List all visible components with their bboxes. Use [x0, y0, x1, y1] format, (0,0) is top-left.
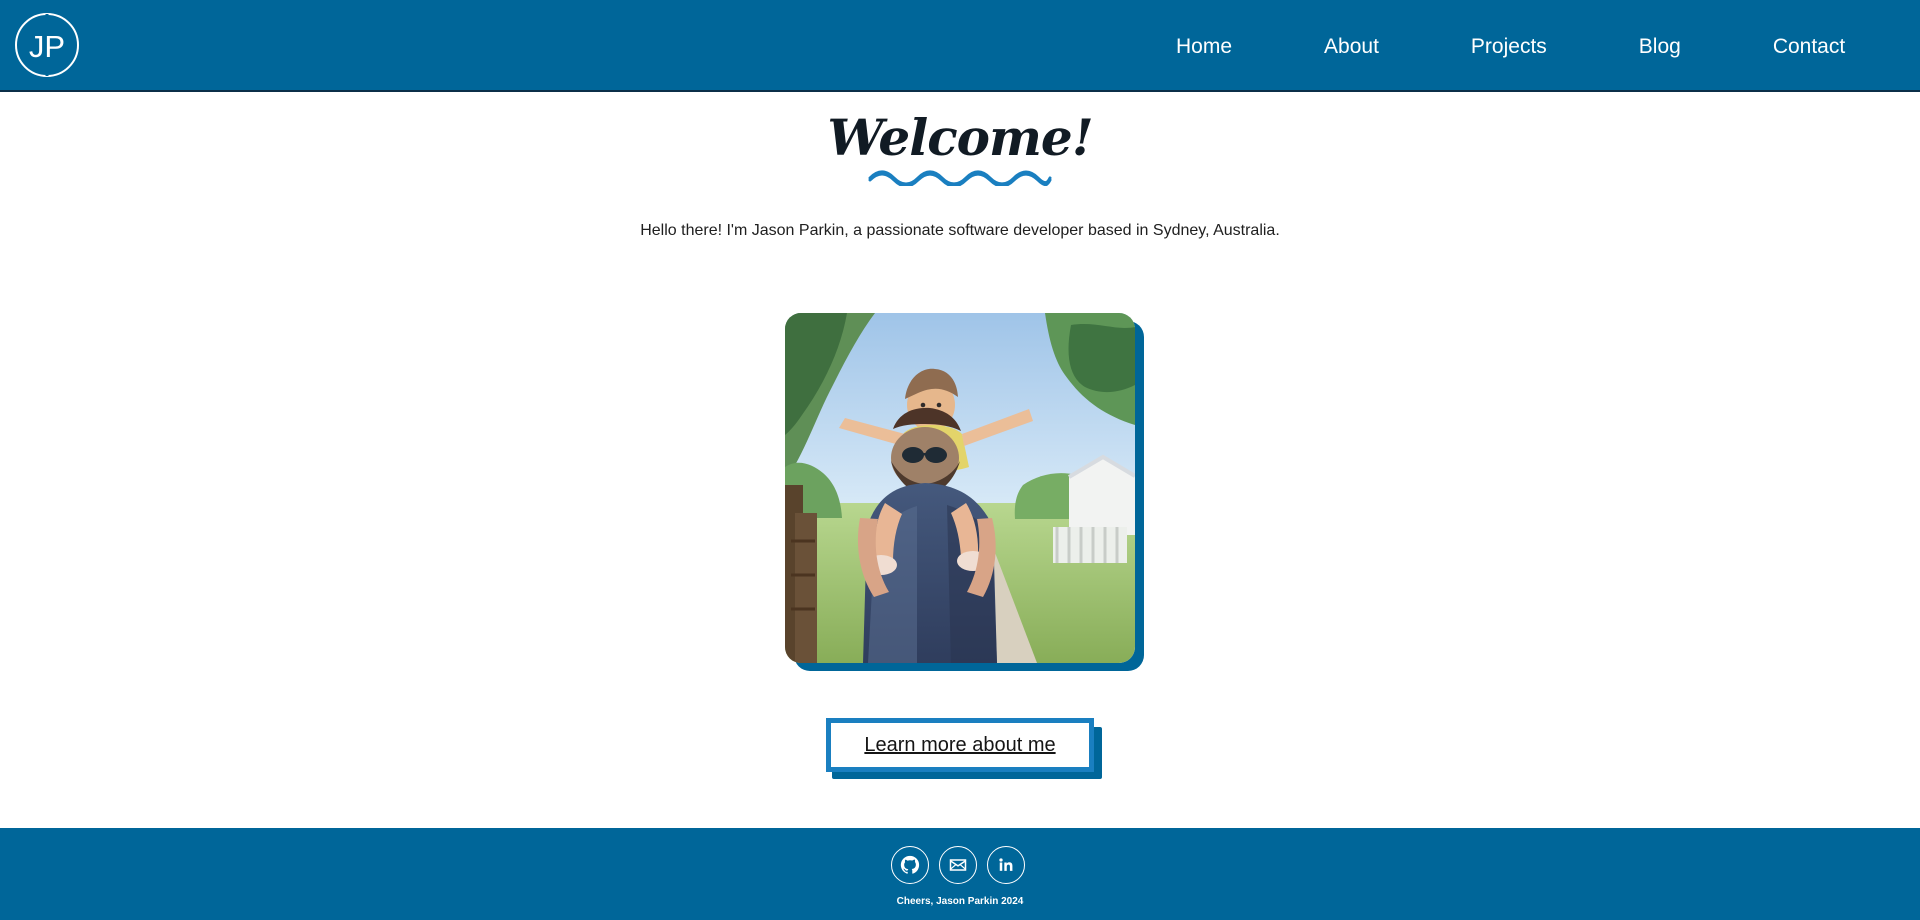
linkedin-icon[interactable]	[987, 846, 1025, 884]
nav-contact[interactable]: Contact	[1727, 36, 1891, 57]
jp-logo[interactable]: JP	[14, 12, 80, 78]
mail-icon[interactable]	[939, 846, 977, 884]
nav-home[interactable]: Home	[1130, 36, 1278, 57]
footer-text: Cheers, Jason Parkin 2024	[896, 896, 1024, 907]
page-title: Welcome!	[827, 108, 1093, 167]
svg-text:JP: JP	[29, 29, 65, 64]
profile-photo	[785, 313, 1135, 663]
wave-divider-icon	[868, 170, 1052, 186]
nav-projects[interactable]: Projects	[1425, 36, 1593, 57]
site-header: JP Home About Projects Blog Contact	[0, 0, 1920, 92]
site-footer: Cheers, Jason Parkin 2024	[0, 828, 1920, 920]
learn-more-button[interactable]: Learn more about me	[826, 718, 1094, 772]
main-navigation: Home About Projects Blog Contact	[1130, 0, 1891, 92]
intro-text: Hello there! I'm Jason Parkin, a passion…	[640, 222, 1280, 239]
nav-blog[interactable]: Blog	[1593, 36, 1727, 57]
welcome-section: Welcome!	[0, 108, 1920, 186]
github-icon[interactable]	[891, 846, 929, 884]
social-links	[891, 846, 1025, 884]
nav-about[interactable]: About	[1278, 36, 1425, 57]
